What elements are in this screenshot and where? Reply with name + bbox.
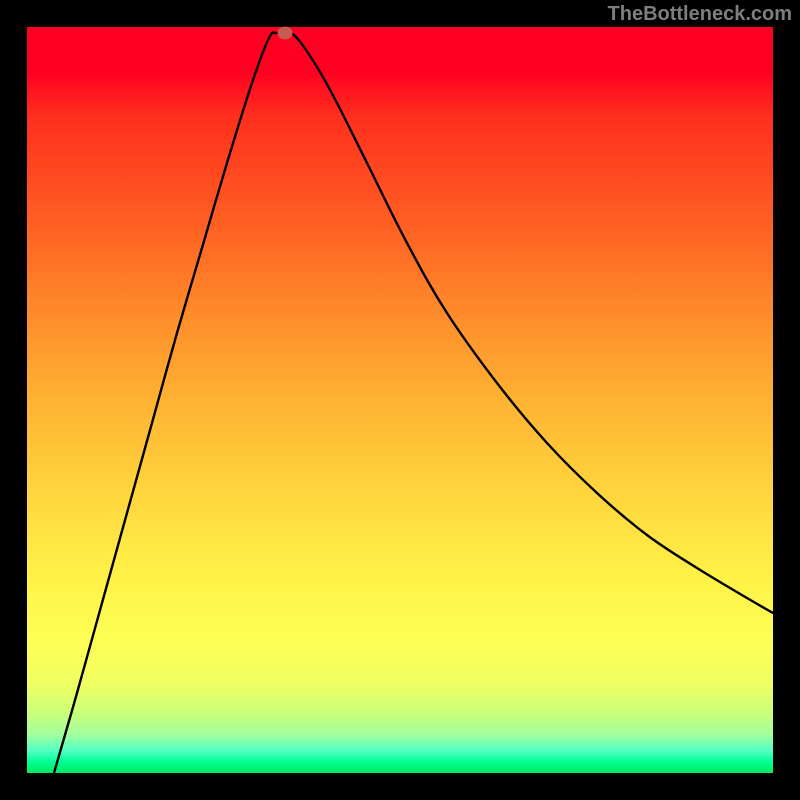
chart-frame: TheBottleneck.com <box>0 0 800 800</box>
plot-area <box>27 27 773 773</box>
optimum-marker <box>278 27 293 40</box>
bottleneck-curve <box>27 27 773 773</box>
watermark-text: TheBottleneck.com <box>608 3 792 26</box>
